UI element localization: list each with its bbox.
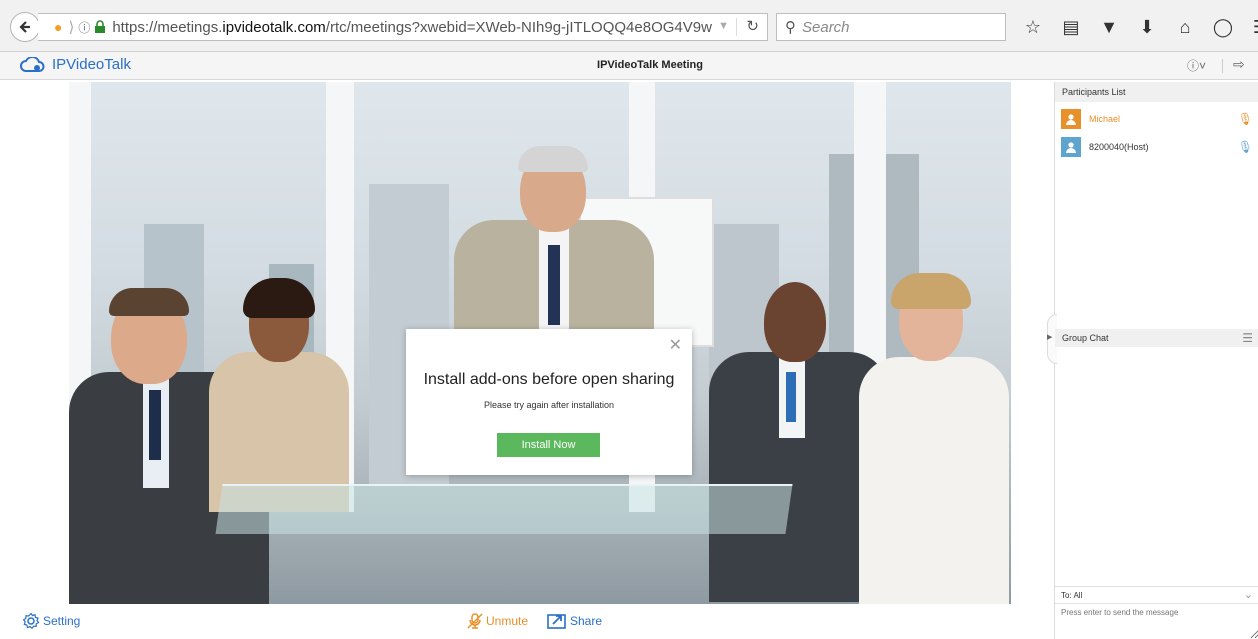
url-dropdown-icon[interactable]: ▼	[718, 20, 729, 32]
participant-name: 8200040(Host)	[1089, 142, 1149, 152]
recipient-label: To: All	[1061, 591, 1083, 600]
back-arrow-icon	[19, 21, 30, 33]
microphone-permission-icon[interactable]: ●	[54, 19, 62, 35]
bookmarks-library-icon[interactable]: ▤	[1052, 17, 1090, 38]
chevron-down-icon: ⌄	[1243, 589, 1253, 601]
dialog-message: Please try again after installation	[483, 400, 615, 410]
search-placeholder: Search	[802, 18, 850, 36]
gear-icon	[22, 612, 40, 630]
browser-toolbar: ● ⟩ ⓘ https://meetings.ipvideotalk.com/r…	[0, 0, 1258, 52]
group-chat-title: Group Chat	[1062, 333, 1109, 343]
exit-meeting-icon[interactable]: ⇨	[1233, 56, 1245, 73]
glass-table	[215, 484, 793, 534]
unmute-label: Unmute	[486, 614, 529, 628]
page-title: IPVideoTalk Meeting	[597, 59, 703, 71]
hamburger-menu-icon[interactable]: ☰	[1242, 17, 1258, 38]
microphone-icon[interactable]: 🎙	[1238, 140, 1253, 154]
side-panel: Participants List Michael 🎙 8200040(Host…	[1047, 82, 1258, 639]
participants-list-header: Participants List	[1055, 82, 1258, 102]
chat-message-input[interactable]	[1055, 603, 1258, 639]
toolbar-icons: ☆ ▤ ▼ ⬇ ⌂ ◯ ☰	[1014, 14, 1258, 40]
close-icon[interactable]: ✕	[669, 335, 682, 355]
avatar	[1061, 109, 1081, 129]
person-right-woman	[859, 273, 1009, 604]
person-left-woman	[209, 278, 349, 512]
install-now-button[interactable]: Install Now	[497, 433, 600, 457]
url-text: https://meetings.ipvideotalk.com/rtc/mee…	[112, 18, 712, 36]
install-addons-dialog: ✕ Install add-ons before open sharing Pl…	[406, 329, 692, 475]
share-screen-icon	[547, 614, 566, 629]
participant-name: Michael	[1089, 114, 1121, 124]
info-icon[interactable]: ⓘ	[78, 19, 90, 36]
address-bar[interactable]: ● ⟩ ⓘ https://meetings.ipvideotalk.com/r…	[38, 13, 768, 41]
recipient-select[interactable]: To: All ⌄	[1055, 586, 1258, 603]
chat-menu-icon[interactable]: ☰	[1242, 331, 1253, 345]
user-icon	[1066, 142, 1076, 153]
microphone-muted-icon	[467, 613, 483, 629]
info-dropdown-icon[interactable]: ⓘ˅	[1187, 57, 1206, 74]
home-icon[interactable]: ⌂	[1166, 17, 1204, 38]
expand-arrow-icon[interactable]: ▶	[1047, 333, 1052, 341]
share-label: Share	[570, 614, 603, 628]
group-chat-header: ▶ Group Chat ☰	[1047, 329, 1258, 347]
setting-label: Setting	[43, 614, 81, 628]
back-button[interactable]	[10, 12, 40, 42]
meeting-controls: Setting Unmute Share	[0, 604, 1054, 639]
search-input[interactable]: ⚲ Search	[776, 13, 1006, 41]
app-header: IPVideoTalk IPVideoTalk Meeting ⓘ˅ ⇨	[0, 52, 1258, 80]
lock-icon	[95, 20, 106, 33]
download-icon[interactable]: ⬇	[1128, 17, 1166, 38]
setting-button[interactable]: Setting	[22, 612, 80, 630]
chevron-right-icon: ⟩	[68, 19, 75, 36]
unmute-button[interactable]: Unmute	[466, 612, 528, 630]
bookmark-star-icon[interactable]: ☆	[1014, 17, 1052, 38]
user-icon	[1066, 114, 1076, 125]
search-icon: ⚲	[785, 19, 796, 36]
share-button[interactable]: Share	[546, 612, 602, 630]
chat-bubble-icon[interactable]: ◯	[1204, 17, 1242, 38]
avatar	[1061, 137, 1081, 157]
reload-icon[interactable]: ↻	[746, 17, 759, 35]
microphone-muted-icon[interactable]: 🎙	[1238, 112, 1253, 126]
dialog-title: Install add-ons before open sharing	[423, 371, 675, 388]
participant-row[interactable]: Michael 🎙	[1061, 108, 1253, 130]
participant-row[interactable]: 8200040(Host) 🎙	[1061, 136, 1253, 158]
pocket-icon[interactable]: ▼	[1090, 17, 1128, 38]
